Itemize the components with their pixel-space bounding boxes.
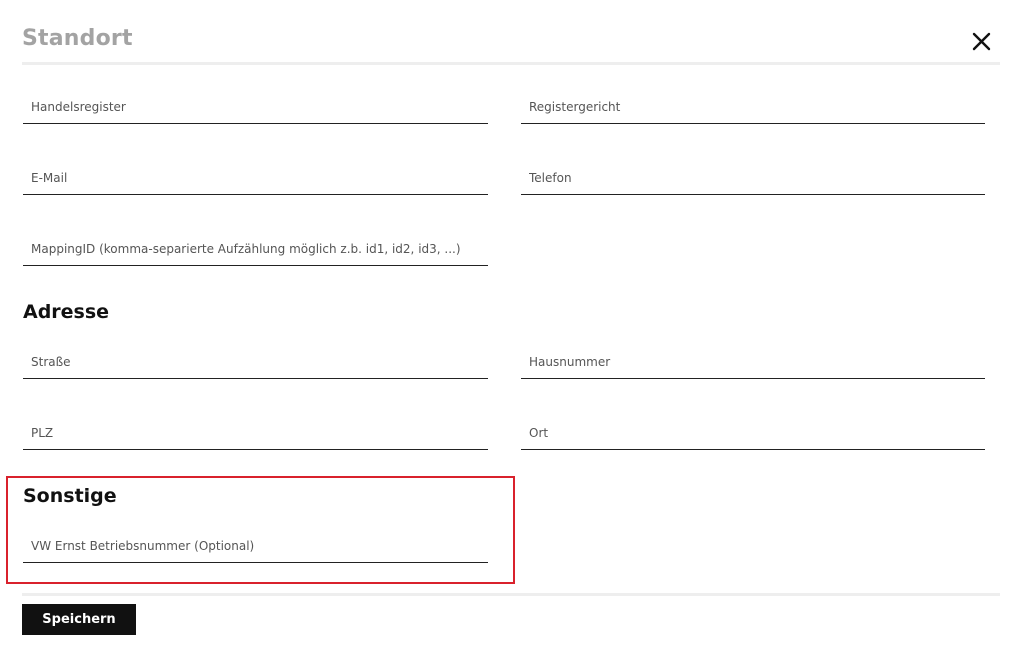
strasse-input[interactable] [23,345,488,378]
telefon-field[interactable] [521,161,985,195]
handelsregister-input[interactable] [23,90,488,123]
email-field[interactable] [23,161,488,195]
ort-input[interactable] [521,416,985,449]
plz-field[interactable] [23,416,488,450]
close-button[interactable] [966,28,996,56]
header-divider [22,62,1000,65]
telefon-input[interactable] [521,161,985,194]
dialog-title: Standort [22,26,133,51]
mapping-id-input[interactable] [23,232,488,265]
email-input[interactable] [23,161,488,194]
other-heading: Sonstige [23,485,117,507]
hausnummer-field[interactable] [521,345,985,379]
save-button[interactable]: Speichern [22,604,136,635]
close-icon [966,28,996,56]
strasse-field[interactable] [23,345,488,379]
registergericht-input[interactable] [521,90,985,123]
registergericht-field[interactable] [521,90,985,124]
plz-input[interactable] [23,416,488,449]
ort-field[interactable] [521,416,985,450]
vw-betriebsnummer-field[interactable] [23,529,488,563]
vw-betriebsnummer-input[interactable] [23,529,488,562]
mapping-id-field[interactable] [23,232,488,266]
hausnummer-input[interactable] [521,345,985,378]
handelsregister-field[interactable] [23,90,488,124]
footer-divider [22,593,1000,596]
location-dialog: Standort Adresse Sonstig [0,0,1024,658]
address-heading: Adresse [23,301,110,323]
